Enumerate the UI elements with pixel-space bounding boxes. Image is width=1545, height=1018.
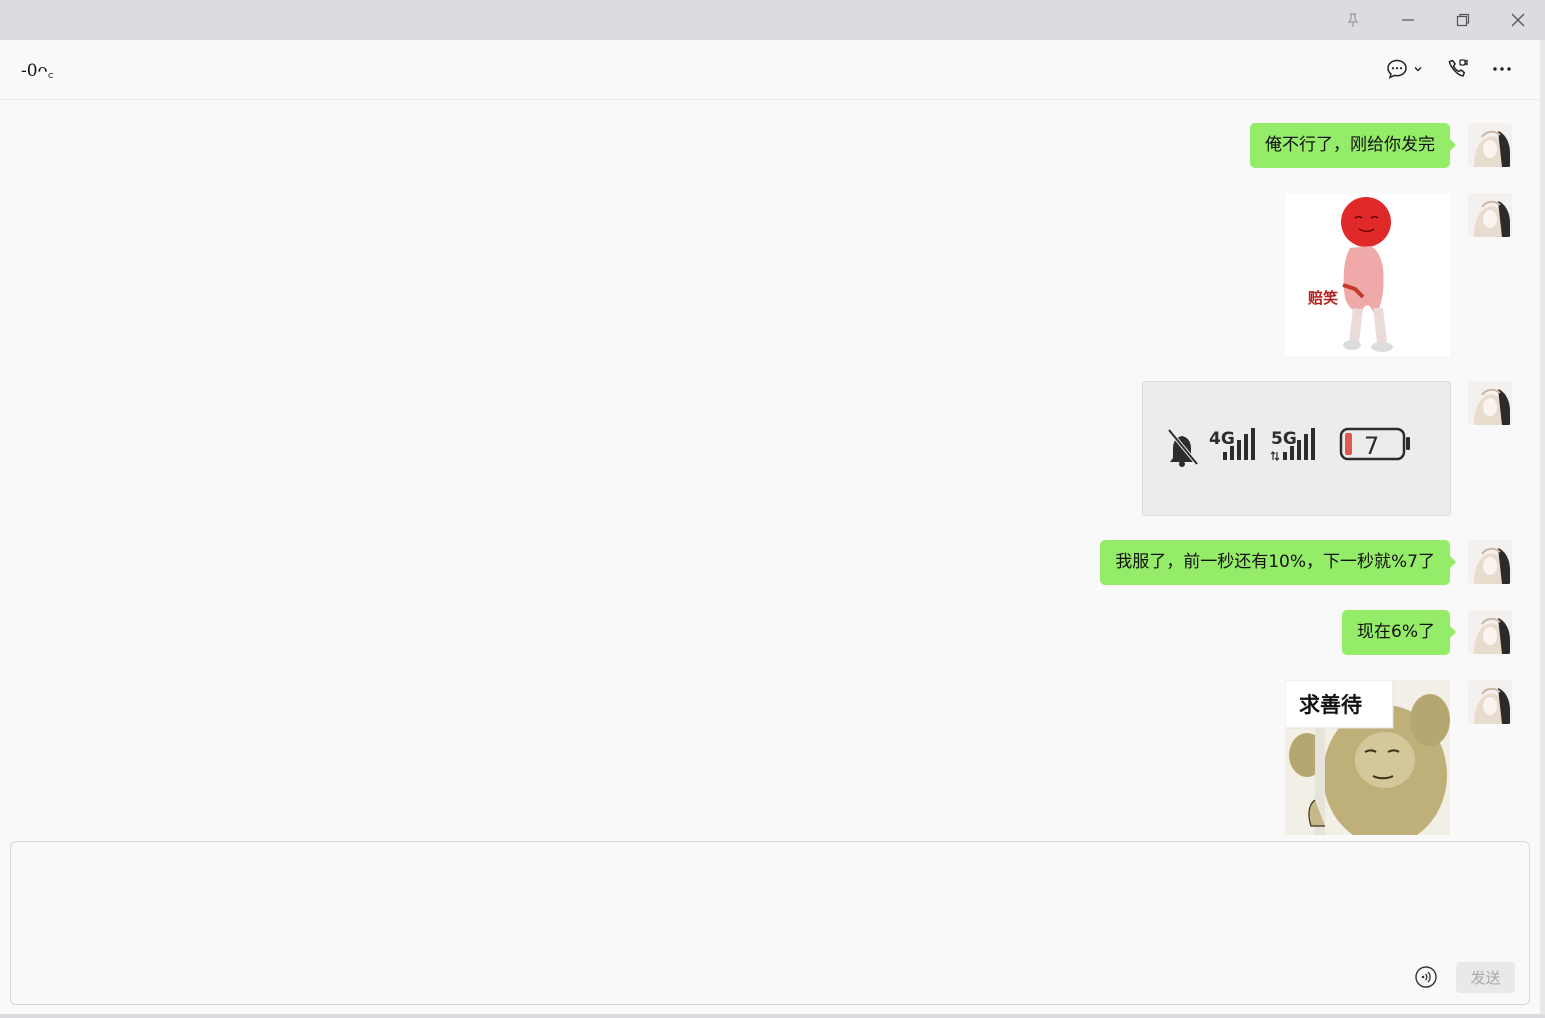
message-list[interactable]: 俺不行了，刚给你发完 赔笑 4G 5G 7 我服了，前一秒还有10%，下一秒就%…: [0, 100, 1540, 840]
more-icon: [1493, 67, 1511, 71]
message-bubble[interactable]: 俺不行了，刚给你发完: [1250, 123, 1456, 168]
avatar[interactable]: [1468, 610, 1512, 654]
avatar[interactable]: [1468, 123, 1512, 167]
minimize-icon: [1402, 19, 1414, 21]
chat-title[interactable]: -0ᴖ꜀: [21, 58, 54, 81]
message-bubble[interactable]: 我服了，前一秒还有10%，下一秒就%7了: [1100, 540, 1456, 585]
phone-video-icon: [1448, 59, 1468, 77]
chevron-down-icon: [1414, 67, 1422, 72]
chat-panel: -0ᴖ꜀ 俺不行了，刚给你发完 赔笑 4G 5G 7 我服了，前一秒还有10%，…: [0, 40, 1540, 1014]
send-button[interactable]: 发送: [1456, 962, 1515, 993]
call-button[interactable]: [1444, 55, 1472, 83]
sticker-caption: 求善待: [1299, 693, 1362, 717]
sticker-image[interactable]: 赔笑: [1285, 193, 1450, 356]
screenshot-image[interactable]: 4G 5G 7: [1142, 381, 1451, 516]
pin-icon: [1347, 13, 1359, 27]
message-bubble[interactable]: 现在6%了: [1342, 610, 1456, 655]
avatar[interactable]: [1468, 381, 1512, 425]
restore-button[interactable]: [1443, 5, 1483, 35]
minimize-button[interactable]: [1388, 5, 1428, 35]
restore-icon: [1456, 13, 1470, 27]
voice-icon: [1415, 966, 1437, 988]
message-composer: 发送: [10, 841, 1530, 1005]
battery-level-text: 7: [1364, 432, 1379, 460]
sticker-caption: 赔笑: [1308, 289, 1338, 307]
chat-header: -0ᴖ꜀: [0, 40, 1540, 100]
pin-button[interactable]: [1333, 5, 1373, 35]
avatar[interactable]: [1468, 193, 1512, 237]
window-edge: [1540, 40, 1545, 1014]
voice-input-button[interactable]: [1415, 966, 1437, 988]
chat-bubble-icon: [1387, 59, 1407, 79]
avatar[interactable]: [1468, 540, 1512, 584]
more-button[interactable]: [1488, 55, 1516, 83]
avatar[interactable]: [1468, 680, 1512, 724]
sticker-image[interactable]: 求善待: [1285, 680, 1450, 835]
close-button[interactable]: [1498, 5, 1538, 35]
close-icon: [1511, 13, 1525, 27]
window-titlebar: [0, 0, 1545, 40]
message-input[interactable]: [21, 852, 1515, 956]
chat-options-button[interactable]: [1383, 55, 1425, 83]
